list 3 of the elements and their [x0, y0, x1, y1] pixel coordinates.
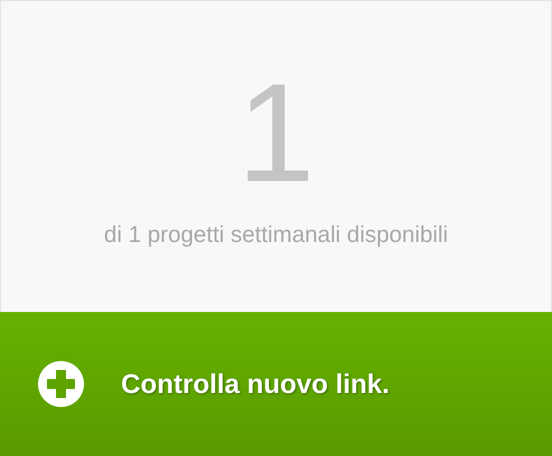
plus-icon	[37, 360, 85, 408]
new-link-button[interactable]: Controlla nuovo link.	[37, 360, 390, 408]
counter-caption: di 1 progetti settimanali disponibili	[104, 221, 448, 248]
